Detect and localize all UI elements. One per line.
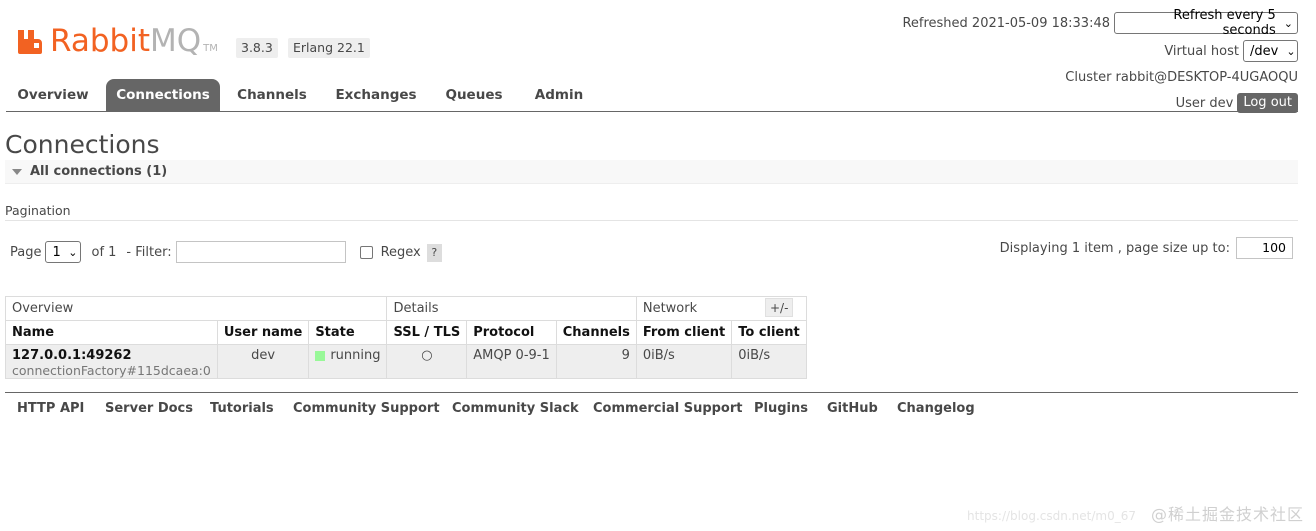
virtual-host-value: /dev — [1250, 43, 1279, 59]
connections-table: Overview Details Network Name User name … — [4, 296, 807, 379]
refreshed-timestamp: Refreshed 2021-05-09 18:33:48 — [902, 15, 1110, 31]
regex-label: Regex — [380, 244, 421, 260]
virtual-host-label: Virtual host — [1164, 43, 1239, 59]
cell-protocol: AMQP 0-9-1 — [466, 344, 557, 379]
table-group-header: Overview Details Network — [4, 296, 807, 321]
rabbitmq-logo: RabbitMQ TM — [16, 22, 218, 59]
pagination-heading: Pagination — [5, 203, 71, 218]
col-channels[interactable]: Channels — [555, 320, 637, 345]
footer-link-github[interactable]: GitHub — [827, 401, 878, 416]
footer-links: HTTP API Server Docs Tutorials Community… — [5, 392, 1298, 424]
status-running-icon — [315, 350, 326, 361]
erlang-version-badge: Erlang 22.1 — [288, 38, 370, 58]
footer-link-community-slack[interactable]: Community Slack — [452, 401, 579, 416]
display-summary: Displaying 1 item , page size up to: — [999, 240, 1230, 256]
page-count: of 1 — [91, 244, 117, 260]
chevron-down-icon: ⌄ — [1286, 44, 1296, 58]
tab-queues[interactable]: Queues — [436, 79, 512, 111]
column-toggle-button[interactable]: +/- — [765, 298, 794, 317]
footer-link-http-api[interactable]: HTTP API — [17, 401, 84, 416]
tab-overview[interactable]: Overview — [6, 79, 100, 111]
col-state[interactable]: State — [308, 320, 388, 345]
col-name[interactable]: Name — [5, 320, 218, 345]
tab-channels[interactable]: Channels — [228, 79, 316, 111]
footer-link-plugins[interactable]: Plugins — [754, 401, 808, 416]
page-label: Page — [10, 244, 42, 260]
watermark-url: https://blog.csdn.net/m0_67 — [967, 509, 1136, 523]
collapse-triangle-icon — [12, 168, 22, 175]
footer-link-tutorials[interactable]: Tutorials — [210, 401, 274, 416]
refresh-interval-value: Refresh every 5 seconds — [1173, 8, 1276, 38]
pager-controls: Page 1 ⌄ of 1 - Filter: Regex ? — [10, 240, 442, 264]
logo-wordmark: RabbitMQ — [50, 23, 202, 59]
regex-checkbox[interactable] — [359, 245, 373, 259]
col-to-client[interactable]: To client — [731, 320, 807, 345]
virtual-host-select[interactable]: /dev ⌄ — [1243, 40, 1298, 62]
page-title: Connections — [5, 130, 160, 159]
col-user-name[interactable]: User name — [216, 320, 310, 345]
table-row[interactable]: 127.0.0.1:49262 connectionFactory#115dca… — [5, 344, 807, 379]
group-details: Details — [386, 296, 637, 321]
display-info: Displaying 1 item , page size up to: 100 — [1000, 237, 1293, 259]
logo-trademark: TM — [203, 43, 218, 54]
cell-from-client: 0iB/s — [635, 344, 733, 379]
footer-link-changelog[interactable]: Changelog — [897, 401, 975, 416]
cell-name[interactable]: 127.0.0.1:49262 connectionFactory#115dca… — [5, 344, 218, 379]
cell-ssl: ○ — [386, 344, 468, 379]
filter-input[interactable] — [175, 241, 346, 263]
cell-user: dev — [216, 344, 310, 379]
col-from-client[interactable]: From client — [635, 320, 733, 345]
all-connections-section-toggle[interactable]: All connections (1) — [5, 160, 1298, 184]
page-select[interactable]: 1 ⌄ — [45, 241, 82, 263]
tab-connections[interactable]: Connections — [106, 79, 220, 111]
col-protocol[interactable]: Protocol — [466, 320, 557, 345]
regex-help-button[interactable]: ? — [426, 244, 442, 262]
tab-exchanges[interactable]: Exchanges — [328, 79, 424, 111]
footer-link-community-support[interactable]: Community Support — [293, 401, 440, 416]
refresh-interval-select[interactable]: Refresh every 5 seconds ⌄ — [1114, 8, 1298, 38]
page-size-input[interactable]: 100 — [1236, 237, 1293, 259]
cell-channels: 9 — [555, 344, 637, 379]
chevron-down-icon: ⌄ — [1283, 16, 1293, 30]
connection-link[interactable]: 127.0.0.1:49262 — [12, 348, 211, 363]
tab-admin[interactable]: Admin — [522, 79, 596, 111]
version-badge: 3.8.3 — [236, 38, 278, 58]
footer-link-server-docs[interactable]: Server Docs — [105, 401, 193, 416]
divider — [5, 220, 1298, 221]
rabbit-logo-icon — [16, 26, 46, 56]
cell-to-client: 0iB/s — [731, 344, 807, 379]
watermark: @稀土掘金技术社区 — [1150, 505, 1304, 524]
footer-link-commercial-support[interactable]: Commercial Support — [593, 401, 743, 416]
cell-state: running — [308, 344, 388, 379]
table-column-header: Name User name State SSL / TLS Protocol … — [5, 320, 807, 345]
section-title: All connections (1) — [30, 164, 168, 179]
page-select-value: 1 — [52, 244, 61, 260]
group-overview: Overview — [4, 296, 388, 321]
col-ssl-tls[interactable]: SSL / TLS — [386, 320, 468, 345]
chevron-down-icon: ⌄ — [68, 245, 78, 259]
filter-label: - Filter: — [126, 244, 172, 260]
connection-client-name: connectionFactory#115dcaea:0 — [12, 363, 211, 378]
main-nav-tabs: Overview Connections Channels Exchanges … — [6, 79, 1298, 112]
state-text: running — [330, 348, 381, 363]
